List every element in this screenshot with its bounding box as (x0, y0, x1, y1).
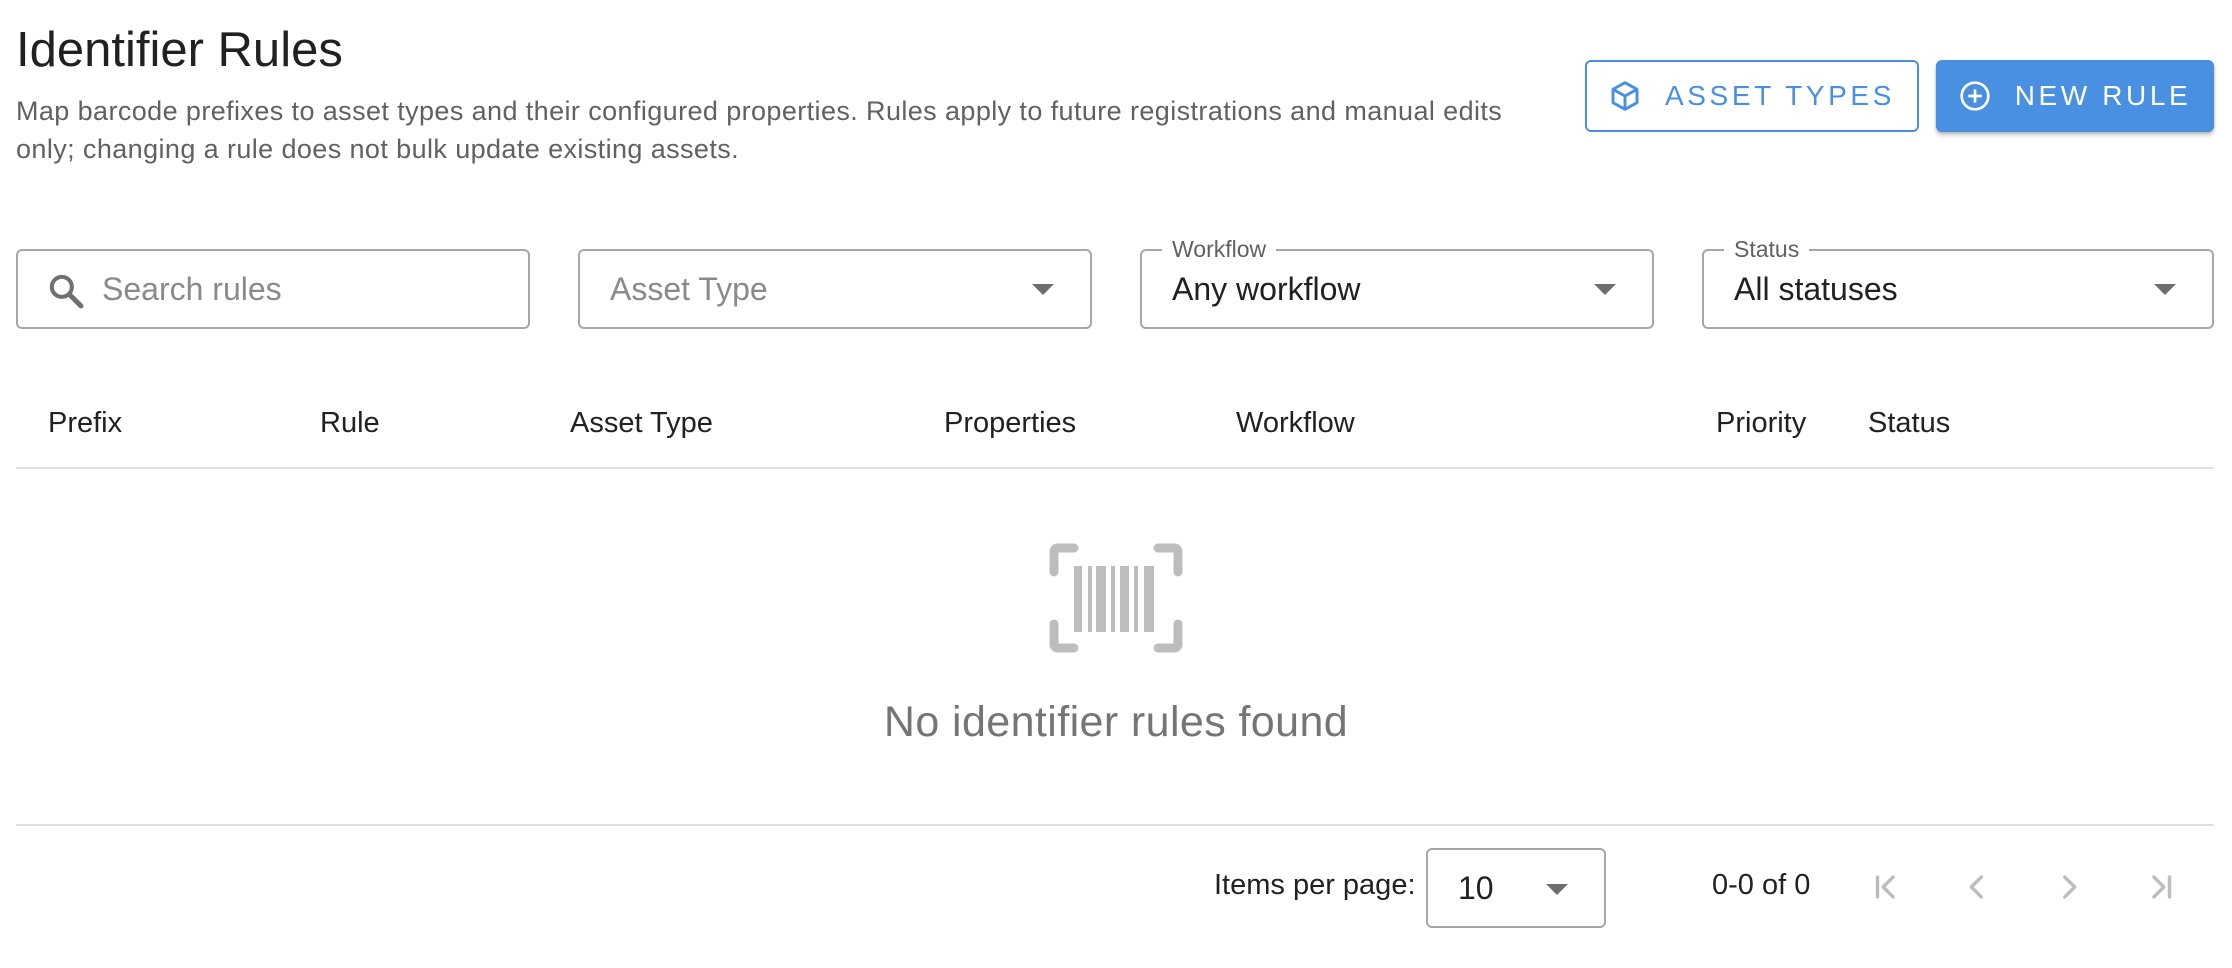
empty-state-message: No identifier rules found (883, 698, 1349, 746)
last-page-button[interactable] (2136, 862, 2186, 912)
workflow-label: Workflow (1162, 235, 1277, 263)
column-header-prefix[interactable]: Prefix (48, 405, 122, 441)
column-header-properties[interactable]: Properties (944, 405, 1076, 441)
chevron-right-icon (2063, 875, 2077, 899)
workflow-value: Any workflow (1172, 271, 1361, 307)
chevron-down-icon (1594, 284, 1616, 295)
new-rule-button-label: NEW RULE (2014, 80, 2192, 111)
column-header-workflow[interactable]: Workflow (1236, 405, 1355, 441)
asset-type-select[interactable]: Asset Type (578, 249, 1092, 329)
plus-circle-icon (1959, 80, 1991, 112)
status-value: All statuses (1734, 271, 1898, 307)
chevron-left-icon (1969, 875, 1983, 899)
page-subtitle: Map barcode prefixes to asset types and … (16, 96, 1503, 164)
first-page-button[interactable] (1861, 862, 1911, 912)
search-input[interactable]: Search rules (16, 249, 530, 329)
items-per-page-label: Items per page: (1214, 869, 1416, 901)
search-placeholder: Search rules (102, 271, 282, 307)
chevron-down-icon (1546, 884, 1568, 895)
status-label: Status (1724, 235, 1810, 263)
page-title: Identifier Rules (16, 23, 343, 77)
chevron-down-icon (1032, 284, 1054, 295)
status-select[interactable]: Status All statuses (1702, 235, 2214, 329)
items-per-page-value: 10 (1458, 870, 1494, 906)
asset-type-placeholder: Asset Type (610, 271, 768, 307)
search-icon (46, 271, 86, 316)
chevron-down-icon (2154, 284, 2176, 295)
next-page-button[interactable] (2044, 862, 2094, 912)
asset-types-button-label: ASSET TYPES (1665, 80, 1895, 111)
new-rule-button[interactable]: NEW RULE (1936, 60, 2214, 132)
first-page-icon (1875, 875, 1895, 899)
column-header-asset-type[interactable]: Asset Type (570, 405, 713, 441)
workflow-select[interactable]: Workflow Any workflow (1140, 235, 1654, 329)
table-footer-divider (16, 824, 2214, 826)
barcode-scan-icon (1048, 542, 1184, 659)
column-header-rule[interactable]: Rule (320, 405, 380, 441)
previous-page-button[interactable] (1952, 862, 2002, 912)
asset-types-button[interactable]: ASSET TYPES (1585, 60, 1919, 132)
column-header-status[interactable]: Status (1868, 405, 1950, 441)
items-per-page-select[interactable]: 10 (1426, 848, 1606, 928)
last-page-icon (2152, 875, 2172, 899)
pagination-range: 0-0 of 0 (1712, 869, 1811, 901)
cube-icon (1609, 80, 1641, 112)
column-header-priority[interactable]: Priority (1716, 405, 1806, 441)
table-header-divider (16, 467, 2214, 469)
